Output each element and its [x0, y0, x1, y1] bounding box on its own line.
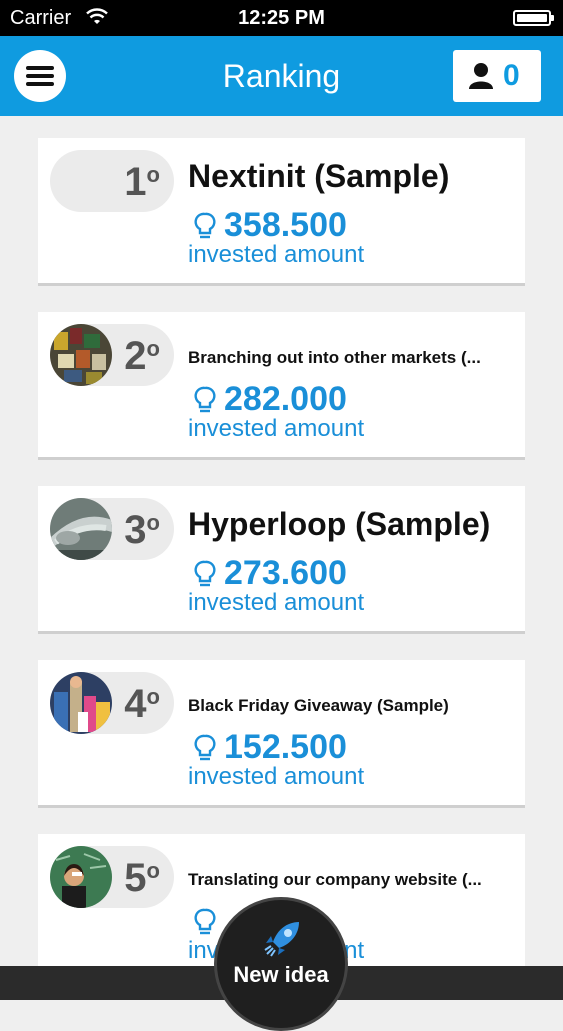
idea-thumbnail: [50, 498, 112, 560]
lightbulb-icon: [194, 560, 216, 587]
rank-number: 3o: [124, 508, 160, 552]
clock-label: 12:25 PM: [238, 7, 325, 29]
rank-number: 4o: [124, 682, 160, 726]
rank-number: 2o: [124, 334, 160, 378]
idea-thumbnail: [50, 846, 112, 908]
rank-badge: 2o: [50, 324, 174, 386]
ranking-item[interactable]: 4o Black Friday Giveaway (Sample) 152.50…: [38, 660, 525, 808]
status-bar: Carrier 12:25 PM: [0, 0, 563, 36]
amount-label: invested amount: [188, 241, 365, 268]
invested-amount: 152.500: [224, 728, 347, 766]
lightbulb-icon: [194, 908, 216, 935]
rank-badge: 4o: [50, 672, 174, 734]
idea-title: Black Friday Giveaway (Sample): [188, 696, 449, 715]
new-idea-button[interactable]: New idea: [214, 897, 348, 1031]
rank-number: 1o: [124, 160, 160, 204]
user-count: 0: [503, 59, 520, 92]
lightbulb-icon: [194, 734, 216, 761]
rank-badge: 3o: [50, 498, 174, 560]
battery-icon: [513, 10, 554, 26]
ranking-item[interactable]: 3o Hyperloop (Sample) 273.600 invested a…: [38, 486, 525, 634]
rank-badge: 1o: [50, 150, 174, 212]
idea-title: Branching out into other markets (...: [188, 348, 481, 367]
idea-title: Nextinit (Sample): [188, 158, 450, 194]
rank-number: 5o: [124, 856, 160, 900]
user-icon: [469, 63, 493, 89]
invested-amount: 358.500: [224, 206, 347, 244]
amount-label: invested amount: [188, 589, 365, 616]
amount-label: invested amount: [188, 763, 365, 790]
new-idea-label: New idea: [233, 962, 329, 987]
idea-title: Translating our company website (...: [188, 870, 482, 889]
app-header: Ranking 0: [0, 36, 563, 116]
menu-icon-bar: [26, 74, 54, 78]
invested-amount: 282.000: [224, 380, 347, 418]
idea-thumbnail: [50, 672, 112, 734]
ranking-item[interactable]: 2o Branching out into other markets (...…: [38, 312, 525, 460]
idea-thumbnail: [50, 324, 112, 386]
menu-icon-bar: [26, 82, 54, 86]
menu-button[interactable]: [14, 50, 66, 102]
rank-badge: 5o: [50, 846, 174, 908]
user-count-button[interactable]: 0: [453, 50, 541, 102]
lightbulb-icon: [194, 212, 216, 239]
lightbulb-icon: [194, 386, 216, 413]
idea-title: Hyperloop (Sample): [188, 506, 491, 542]
ranking-list: 1o Nextinit (Sample) 358.500 invested am…: [38, 138, 525, 1008]
rocket-icon: [264, 922, 299, 957]
amount-label: invested amount: [188, 415, 365, 442]
menu-icon-bar: [26, 66, 54, 70]
invested-amount: 273.600: [224, 554, 347, 592]
ranking-item[interactable]: 1o Nextinit (Sample) 358.500 invested am…: [38, 138, 525, 286]
